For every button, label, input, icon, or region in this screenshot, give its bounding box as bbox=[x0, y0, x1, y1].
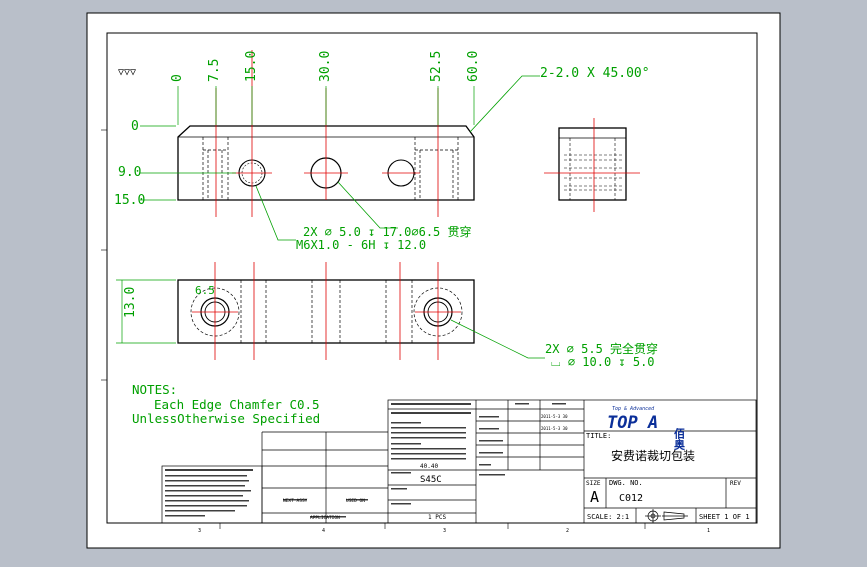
next-assy-label: NEXT ASSY bbox=[283, 498, 308, 504]
chamfer-note: 2-2.0 X 45.00° bbox=[540, 66, 650, 81]
dwg-no-value: C012 bbox=[619, 493, 643, 504]
border-num-4: 2 bbox=[566, 528, 569, 534]
drawing-title: 安费诺裁切包装 bbox=[611, 448, 695, 463]
drawing-canvas: 3 4 3 2 1 ▽▽▽ 0 7.5 15.0 30.0 52.5 60.0 … bbox=[86, 12, 781, 549]
quantity-value: 1 PCS bbox=[428, 514, 446, 521]
logo-text: TOP A bbox=[607, 413, 658, 433]
hole-note-2: M6X1.0 - 6H ↧ 12.0 bbox=[296, 238, 426, 252]
size-value: A bbox=[590, 488, 599, 506]
dim-top-7-5: 7.5 bbox=[207, 59, 222, 82]
notes-line2: UnlessOtherwise Specified bbox=[132, 411, 320, 426]
dim-top-15: 15.0 bbox=[244, 51, 259, 82]
dim-left-15: 15.0 bbox=[114, 193, 145, 208]
border-num-3: 3 bbox=[443, 528, 446, 534]
finish-value: 40.40 bbox=[420, 463, 438, 470]
dim-top-52-5: 52.5 bbox=[429, 51, 444, 82]
border-num-5: 1 bbox=[707, 528, 710, 534]
hole-note-1: 2X ⌀ 5.0 ↧ 17.0⌀6.5 贯穿 bbox=[303, 224, 472, 239]
dim-height-13: 13.0 bbox=[123, 287, 138, 318]
surface-finish-symbol: ▽▽▽ bbox=[118, 67, 136, 78]
logo-tagline: Top & Advanced bbox=[612, 406, 655, 412]
used-on-label: USED ON bbox=[346, 498, 365, 504]
logo-chinese: 佰奥 bbox=[673, 427, 687, 451]
dwg-no-label: DWG. NO. bbox=[609, 479, 643, 487]
application-label: APPLICATION bbox=[310, 515, 340, 521]
date-drawn: 2011-5-3 30 bbox=[541, 414, 568, 419]
dim-left-0: 0 bbox=[131, 119, 139, 134]
hole-note-3: 2X ⌀ 5.5 完全贯穿 bbox=[545, 341, 658, 356]
sheet-label: SHEET 1 OF 1 bbox=[699, 513, 750, 521]
dim-top-60: 60.0 bbox=[466, 51, 481, 82]
dim-top-30: 30.0 bbox=[318, 51, 333, 82]
hole-note-4: ⌴ ⌀ 10.0 ↧ 5.0 bbox=[551, 355, 655, 369]
size-label: SIZE bbox=[586, 480, 601, 487]
dim-small-6-5: 6.5 bbox=[195, 284, 215, 297]
title-label: TITLE: bbox=[586, 432, 611, 440]
border-num-1: 3 bbox=[198, 528, 201, 534]
dim-top-0: 0 bbox=[170, 74, 185, 82]
scale-label: SCALE: 2:1 bbox=[587, 513, 629, 521]
notes-line1: Each Edge Chamfer C0.5 bbox=[154, 397, 320, 412]
drawing-viewport: 3 4 3 2 1 ▽▽▽ 0 7.5 15.0 30.0 52.5 60.0 … bbox=[0, 0, 867, 562]
date-checked: 2011-5-3 30 bbox=[541, 426, 568, 431]
notes-title: NOTES: bbox=[132, 382, 177, 397]
border-num-2: 4 bbox=[322, 528, 325, 534]
rev-label: REV bbox=[730, 480, 741, 487]
dim-left-9: 9.0 bbox=[118, 165, 141, 180]
material-value: S45C bbox=[420, 475, 442, 485]
